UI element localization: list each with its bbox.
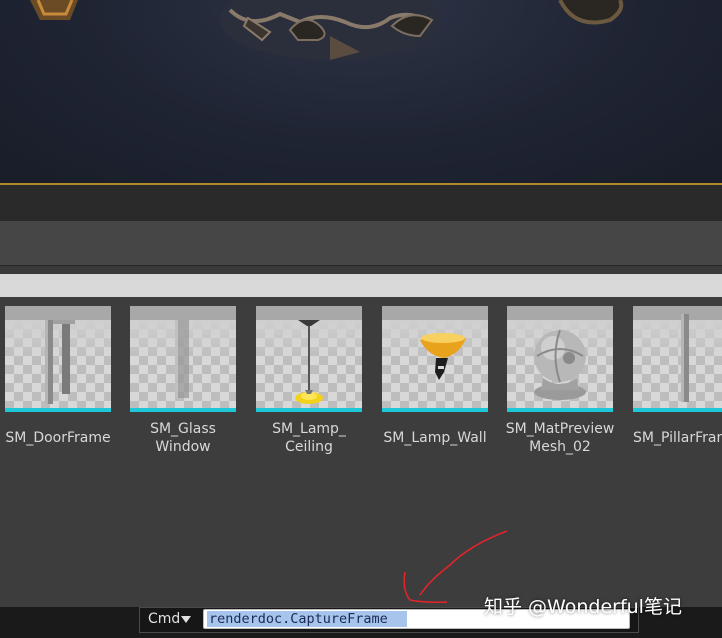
asset-thumbnail [5, 306, 111, 412]
console-mode-label[interactable]: Cmd [148, 611, 180, 627]
asset-label: SM_PillarFran [633, 430, 722, 446]
asset-thumbnail [130, 306, 236, 412]
doorframe-mesh-icon [45, 320, 75, 404]
asset-tile-lamp-wall[interactable]: SM_Lamp_Wall [382, 306, 488, 447]
asset-thumbnail [507, 306, 613, 412]
content-path-bar[interactable] [0, 274, 722, 297]
chevron-down-icon[interactable] [181, 616, 191, 623]
asset-tile-pillar-frame[interactable]: SM_PillarFran [633, 306, 722, 447]
asset-tile-lamp-ceiling[interactable]: SM_Lamp_ Ceiling [256, 306, 362, 456]
content-browser-toolbar [0, 221, 722, 266]
asset-label: SM_MatPreview Mesh_02 [505, 421, 615, 455]
asset-grid: SM_DoorFrame SM_Glass Window SM_Lamp_ Ce… [0, 297, 722, 607]
toolbar-separator [0, 266, 722, 274]
glass-window-mesh-icon [175, 320, 189, 398]
asset-thumbnail [256, 306, 362, 412]
asset-thumbnail [633, 306, 722, 412]
watermark: 知乎 @Wonderful笔记 [484, 596, 682, 618]
asset-tile-glass-window[interactable]: SM_Glass Window [130, 306, 236, 456]
asset-tile-doorframe[interactable]: SM_DoorFrame [5, 306, 111, 447]
matpreview-sphere-icon [534, 329, 586, 400]
viewport-scene [30, 0, 624, 60]
asset-tile-matpreview-mesh[interactable]: SM_MatPreview Mesh_02 [506, 306, 614, 456]
console-command-text: renderdoc.CaptureFrame [209, 611, 388, 627]
level-viewport[interactable] [0, 0, 722, 183]
asset-label: SM_Glass Window [150, 421, 216, 455]
pillar-mesh-icon [681, 314, 689, 402]
asset-label: SM_DoorFrame [5, 430, 111, 446]
asset-label: SM_Lamp_ Ceiling [272, 421, 346, 455]
wall-lamp-mesh-icon [420, 333, 466, 380]
ceiling-lamp-mesh-icon [295, 320, 323, 404]
asset-thumbnail [382, 306, 488, 412]
asset-label: SM_Lamp_Wall [383, 430, 487, 446]
content-browser-tab-bar [0, 185, 722, 221]
